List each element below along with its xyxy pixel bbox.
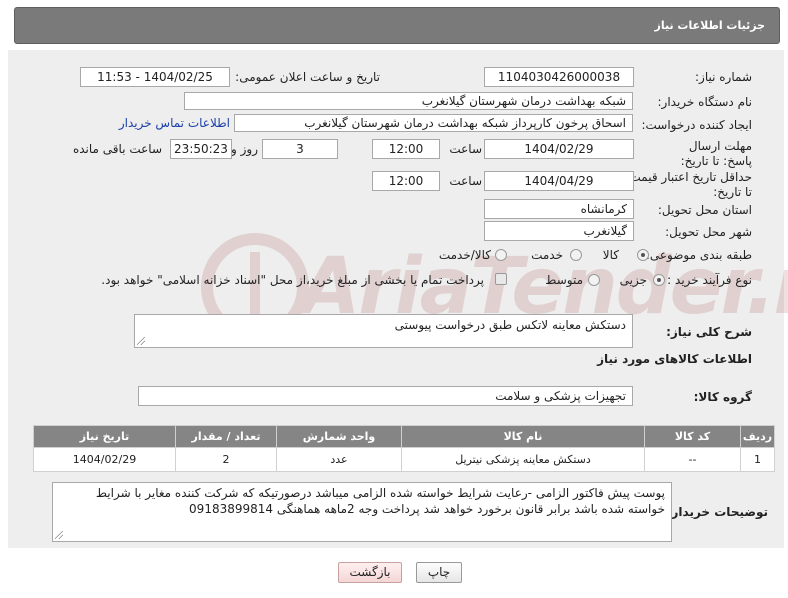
requester-label: ایجاد کننده درخواست: xyxy=(641,118,752,132)
page-title: جزئیات اطلاعات نیاز xyxy=(654,19,766,32)
remaining-time-label: ساعت باقی مانده xyxy=(72,142,162,156)
col-goods-code: کد کالا xyxy=(644,425,741,448)
col-unit: واحد شمارش xyxy=(276,425,402,448)
validity-time-field: 12:00 xyxy=(372,171,440,191)
cell-goods-code: -- xyxy=(644,447,741,472)
buyer-notes-textarea[interactable]: پوست پیش فاکتور الزامی -رعایت شرایط خواس… xyxy=(52,482,672,542)
days-label: روز و xyxy=(231,142,258,156)
cell-unit: عدد xyxy=(276,447,402,472)
category-radio-goods-service[interactable] xyxy=(495,249,507,261)
announce-datetime-label: تاریخ و ساعت اعلان عمومی: xyxy=(235,70,380,84)
process-option-medium: متوسط xyxy=(545,273,583,287)
reply-date-field: 1404/02/29 xyxy=(484,139,634,159)
buyer-org-label: نام دستگاه خریدار: xyxy=(657,95,753,109)
col-need-date: تاریخ نیاز xyxy=(33,425,176,448)
goods-group-field: تجهیزات پزشکی و سلامت xyxy=(138,386,633,406)
process-type-label: نوع فرآیند خرید : xyxy=(667,273,752,287)
col-quantity: تعداد / مقدار xyxy=(175,425,277,448)
description-textarea[interactable]: دستکش معاینه لاتکس طبق درخواست پیوستی xyxy=(134,314,633,348)
buyer-contact-link[interactable]: اطلاعات تماس خریدار xyxy=(119,116,230,130)
process-option-minor: جزیی xyxy=(619,273,647,287)
category-radio-service[interactable] xyxy=(570,249,582,261)
category-option-goods-service: کالا/خدمت xyxy=(438,248,491,262)
process-radio-minor[interactable] xyxy=(653,274,665,286)
buyer-org-field: شبکه بهداشت درمان شهرستان گیلانغرب xyxy=(184,92,633,110)
cell-goods-name: دستکش معاینه پزشکی نیتریل xyxy=(401,447,645,472)
need-number-label: شماره نیاز: xyxy=(695,70,752,84)
validity-time-label: ساعت xyxy=(449,174,482,188)
validity-date-field: 1404/04/29 xyxy=(484,171,634,191)
col-goods-name: نام کالا xyxy=(401,425,645,448)
category-option-goods: کالا xyxy=(602,248,619,262)
back-button[interactable]: بازگشت xyxy=(338,562,402,583)
goods-table: ردیف کد کالا نام کالا واحد شمارش تعداد /… xyxy=(33,425,775,472)
need-number-field: 1104030426000038 xyxy=(484,67,634,87)
province-field: کرمانشاه xyxy=(484,199,634,219)
resize-grip-icon[interactable] xyxy=(55,531,63,539)
table-row: 1 -- دستکش معاینه پزشکی نیتریل عدد 2 140… xyxy=(33,447,775,472)
cell-quantity: 2 xyxy=(175,447,277,472)
requester-field: اسحاق پرخون کارپرداز شبکه بهداشت درمان ش… xyxy=(234,114,633,132)
cell-need-date: 1404/02/29 xyxy=(33,447,176,472)
reply-deadline-label: مهلت ارسال پاسخ: تا تاریخ: xyxy=(680,139,752,168)
remaining-time-field: 23:50:23 xyxy=(170,139,232,159)
goods-section-title: اطلاعات کالاهای مورد نیاز xyxy=(597,352,752,366)
cell-row-number: 1 xyxy=(740,447,775,472)
city-field: گیلانغرب xyxy=(484,221,634,241)
category-option-service: خدمت xyxy=(531,248,563,262)
description-label: شرح کلی نیاز: xyxy=(666,325,752,339)
print-button[interactable]: چاپ xyxy=(416,562,462,583)
reply-time-label: ساعت xyxy=(449,142,482,156)
col-row-number: ردیف xyxy=(740,425,775,448)
city-label: شهر محل تحویل: xyxy=(665,225,752,239)
page-header: جزئیات اطلاعات نیاز xyxy=(14,7,780,44)
goods-group-label: گروه کالا: xyxy=(693,390,752,404)
days-count-field: 3 xyxy=(262,139,338,159)
goods-table-header: ردیف کد کالا نام کالا واحد شمارش تعداد /… xyxy=(33,425,775,448)
buyer-notes-label: توضیحات خریدار: xyxy=(666,505,768,519)
process-radio-medium[interactable] xyxy=(588,274,600,286)
description-text: دستکش معاینه لاتکس طبق درخواست پیوستی xyxy=(394,318,626,332)
province-label: استان محل تحویل: xyxy=(657,203,752,217)
reply-time-field: 12:00 xyxy=(372,139,440,159)
category-label: طبقه بندی موضوعی: xyxy=(645,248,752,262)
treasury-payment-checkbox[interactable] xyxy=(495,273,507,285)
price-validity-label: حداقل تاریخ اعتبار قیمت: تا تاریخ: xyxy=(625,170,752,199)
announce-datetime-field: 1404/02/25 - 11:53 xyxy=(80,67,230,87)
treasury-payment-note: پرداخت تمام یا بخشی از مبلغ خرید،از محل … xyxy=(101,273,484,287)
resize-grip-icon[interactable] xyxy=(137,337,145,345)
category-radio-goods[interactable] xyxy=(637,249,649,261)
buyer-notes-text: پوست پیش فاکتور الزامی -رعایت شرایط خواس… xyxy=(95,486,665,516)
